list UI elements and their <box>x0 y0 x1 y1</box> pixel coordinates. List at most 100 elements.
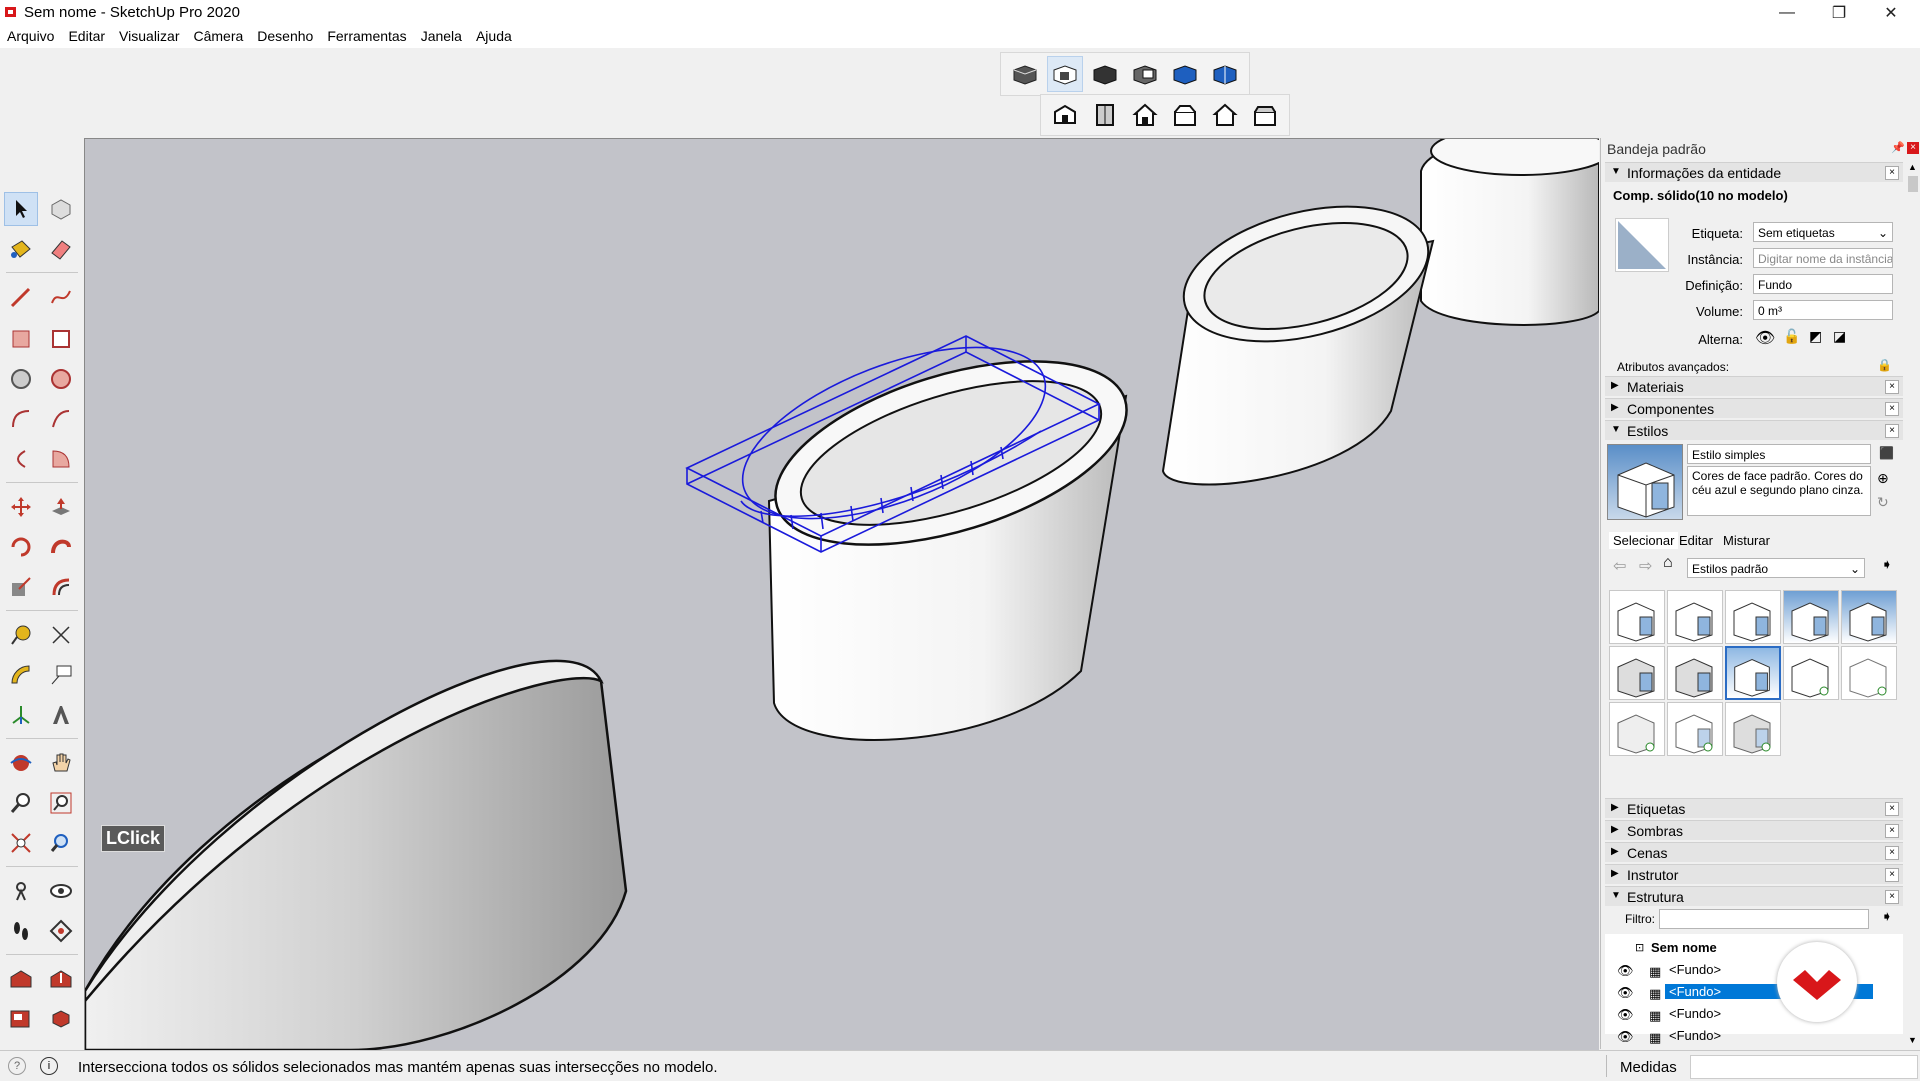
close-panel-icon[interactable]: × <box>1885 846 1899 860</box>
style-description[interactable]: Cores de face padrão. Cores do céu azul … <box>1687 466 1871 516</box>
info-icon[interactable]: i <box>40 1057 58 1075</box>
tab-misturar[interactable]: Misturar <box>1723 533 1770 548</box>
position-camera-icon[interactable] <box>4 874 38 908</box>
style-thumbnail[interactable] <box>1783 590 1839 644</box>
left-view-icon[interactable] <box>1247 97 1283 133</box>
follow-me-icon[interactable] <box>44 530 78 564</box>
measurements-input[interactable] <box>1690 1055 1918 1079</box>
style-thumbnail[interactable] <box>1725 702 1781 756</box>
section-styles[interactable]: ▼ Estilos × <box>1605 420 1903 440</box>
eye-icon[interactable]: 👁 <box>1617 963 1634 979</box>
back-view-icon[interactable] <box>1207 97 1243 133</box>
style-thumbnail[interactable] <box>1841 646 1897 700</box>
menu-janela[interactable]: Janela <box>414 26 469 44</box>
rotate-icon[interactable] <box>4 530 38 564</box>
style-thumbnail[interactable] <box>1783 646 1839 700</box>
orbit-icon[interactable] <box>4 746 38 780</box>
iso-view-icon[interactable] <box>1047 97 1083 133</box>
menu-desenho[interactable]: Desenho <box>250 26 320 44</box>
three-point-arc-icon[interactable] <box>4 442 38 476</box>
rotated-rectangle-icon[interactable] <box>44 322 78 356</box>
offset-icon[interactable] <box>44 570 78 604</box>
section-tags[interactable]: ▶ Etiquetas × <box>1605 798 1903 818</box>
update-style-icon[interactable]: ⊕ <box>1877 470 1889 487</box>
style-collection-dropdown[interactable]: Estilos padrão ⌄ <box>1687 558 1865 578</box>
eye-icon[interactable]: 👁 <box>1755 328 1775 348</box>
paint-bucket-icon[interactable] <box>4 232 38 266</box>
eye-icon[interactable]: 👁 <box>1617 1007 1634 1023</box>
text-tool-icon[interactable] <box>44 658 78 692</box>
minimize-button[interactable]: — <box>1764 0 1810 26</box>
geo-location-icon[interactable]: ? <box>8 1057 26 1075</box>
section-outliner[interactable]: ▼ Estrutura × <box>1605 886 1903 906</box>
share-model-icon[interactable] <box>44 962 78 996</box>
close-panel-icon[interactable]: × <box>1885 824 1899 838</box>
instance-input[interactable]: Digitar nome da instância <box>1753 248 1893 268</box>
close-panel-icon[interactable]: × <box>1885 380 1899 394</box>
menu-ajuda[interactable]: Ajuda <box>469 26 519 44</box>
style-thumbnail[interactable] <box>1841 590 1897 644</box>
definition-input[interactable]: Fundo <box>1753 274 1893 294</box>
top-view-icon[interactable] <box>1087 97 1123 133</box>
create-style-icon[interactable]: ⬛ <box>1879 446 1894 460</box>
style-thumbnail[interactable] <box>1667 590 1723 644</box>
padlock-icon[interactable]: 🔒 <box>1877 358 1892 372</box>
3d-text-icon[interactable] <box>44 698 78 732</box>
outliner-row-selected[interactable]: 👁 ▦ <Fundo> <box>1605 982 1903 1002</box>
close-panel-icon[interactable]: × <box>1885 868 1899 882</box>
tab-selecionar[interactable]: Selecionar <box>1609 532 1679 549</box>
look-around-icon[interactable] <box>44 874 78 908</box>
section-plane-icon[interactable] <box>44 914 78 948</box>
eraser-icon[interactable] <box>44 232 78 266</box>
split-icon[interactable] <box>1207 56 1243 92</box>
make-component-icon[interactable] <box>44 192 78 226</box>
tray-close-icon[interactable]: × <box>1907 142 1919 154</box>
style-thumbnail[interactable] <box>1725 590 1781 644</box>
zoom-window-icon[interactable] <box>44 786 78 820</box>
move-icon[interactable] <box>4 490 38 524</box>
close-panel-icon[interactable]: × <box>1885 424 1899 438</box>
pan-icon[interactable] <box>44 746 78 780</box>
maximize-button[interactable]: ❐ <box>1816 0 1862 26</box>
section-instructor[interactable]: ▶ Instrutor × <box>1605 864 1903 884</box>
previous-view-icon[interactable] <box>44 826 78 860</box>
style-thumbnail[interactable] <box>1667 646 1723 700</box>
front-view-icon[interactable] <box>1127 97 1163 133</box>
warehouse-icon[interactable] <box>4 962 38 996</box>
details-arrow-icon[interactable]: ➧ <box>1881 908 1893 925</box>
tray-scrollbar[interactable]: ▲ ▼ <box>1905 160 1920 1047</box>
style-thumbnail[interactable] <box>1609 590 1665 644</box>
eye-icon[interactable]: 👁 <box>1617 1029 1634 1045</box>
drawing-viewport[interactable] <box>84 138 1599 1050</box>
walk-icon[interactable] <box>4 914 38 948</box>
style-thumbnail-selected[interactable] <box>1725 646 1781 700</box>
home-icon[interactable]: ⌂ <box>1663 554 1673 572</box>
zoom-icon[interactable] <box>4 786 38 820</box>
outliner-row[interactable]: 👁 ▦ <Fundo> <box>1605 1026 1903 1046</box>
rectangle-icon[interactable] <box>4 322 38 356</box>
union-icon[interactable] <box>1087 56 1123 92</box>
style-thumbnail[interactable] <box>1609 702 1665 756</box>
receive-shadows-icon[interactable]: ◩ <box>1809 328 1822 345</box>
style-thumbnail[interactable] <box>1667 702 1723 756</box>
outliner-row[interactable]: 👁 ▦ <Fundo> <box>1605 1004 1903 1024</box>
style-name-input[interactable]: Estilo simples <box>1687 444 1871 464</box>
forward-arrow-icon[interactable]: ⇨ <box>1639 556 1652 576</box>
right-view-icon[interactable] <box>1167 97 1203 133</box>
subtract-icon[interactable] <box>1127 56 1163 92</box>
push-pull-icon[interactable] <box>44 490 78 524</box>
lock-icon[interactable]: 🔓 <box>1783 328 1800 345</box>
close-panel-icon[interactable]: × <box>1885 166 1899 180</box>
arc-icon[interactable] <box>4 402 38 436</box>
filter-input[interactable] <box>1659 909 1869 929</box>
section-entity-info[interactable]: ▼ Informações da entidade × <box>1605 162 1903 182</box>
tab-editar[interactable]: Editar <box>1679 533 1713 548</box>
section-scenes[interactable]: ▶ Cenas × <box>1605 842 1903 862</box>
style-thumbnail[interactable] <box>1609 646 1665 700</box>
circle-icon[interactable] <box>4 362 38 396</box>
trim-icon[interactable] <box>1167 56 1203 92</box>
menu-camera[interactable]: Câmera <box>186 26 250 44</box>
two-point-arc-icon[interactable] <box>44 402 78 436</box>
dimension-icon[interactable] <box>44 618 78 652</box>
menu-visualizar[interactable]: Visualizar <box>112 26 186 44</box>
